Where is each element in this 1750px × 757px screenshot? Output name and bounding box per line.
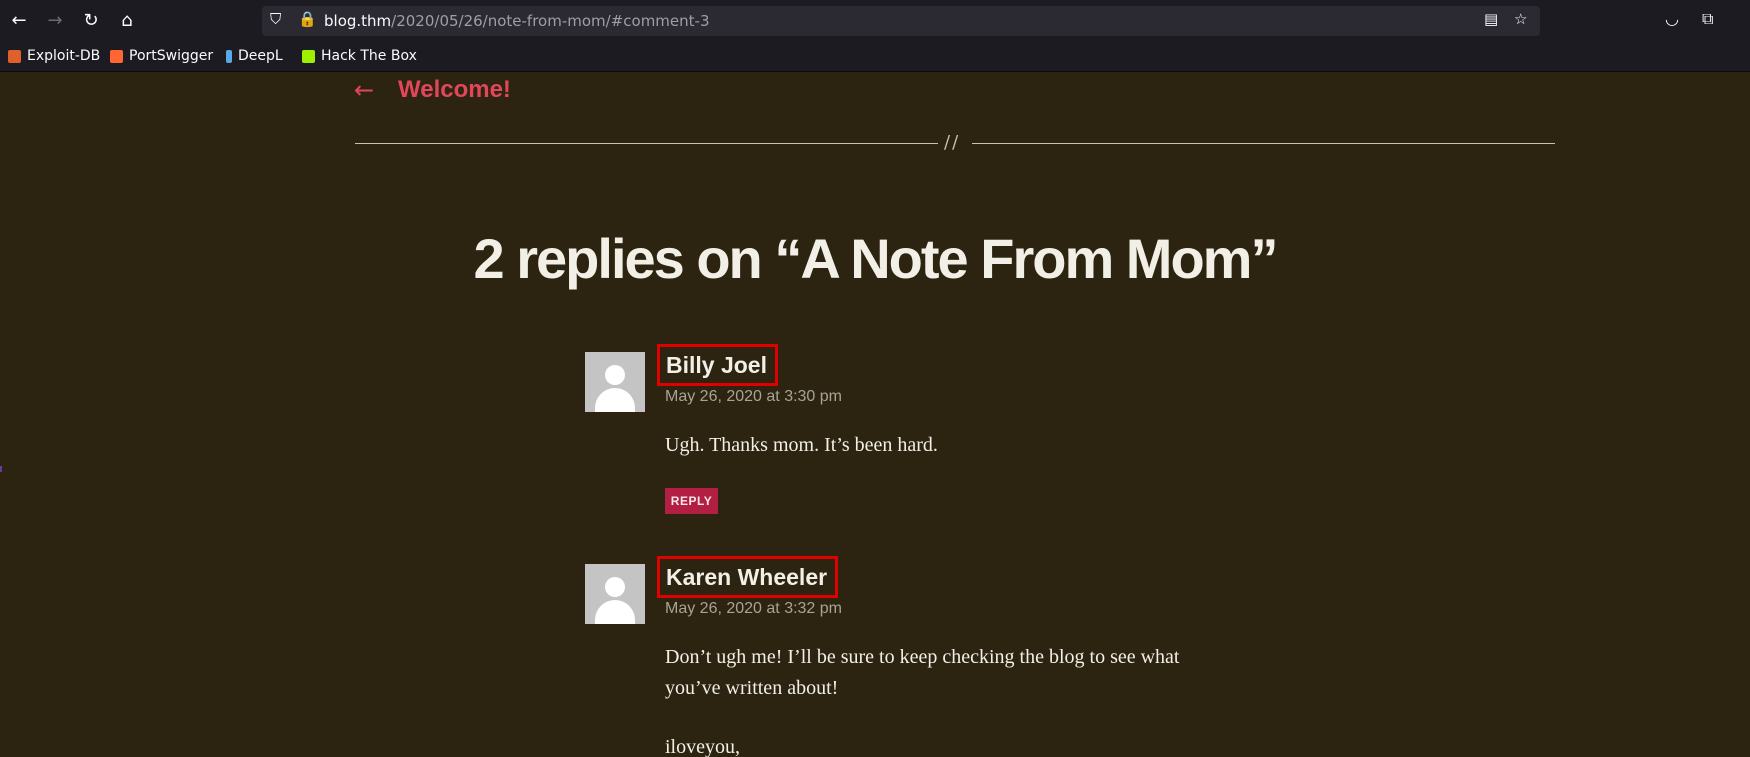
shield-icon[interactable]: ⛉ (270, 10, 281, 28)
edge-marker (0, 466, 2, 472)
reply-button[interactable]: REPLY (665, 488, 718, 514)
bookmark-label: Hack The Box (321, 48, 417, 64)
url-bar[interactable]: ⛉ 🔒 blog.thm/2020/05/26/note-from-mom/#c… (262, 6, 1540, 36)
exploit-db-icon (8, 49, 21, 63)
bookmarks-bar: Exploit-DB PortSwigger DeepL Hack The Bo… (0, 42, 1750, 72)
back-link[interactable]: Welcome! (398, 76, 511, 104)
comment-text: you’ve written about! (665, 677, 839, 699)
avatar (585, 352, 645, 412)
hack-the-box-icon (302, 49, 315, 63)
author-highlight-box: Billy Joel (657, 344, 778, 386)
deepl-icon (226, 49, 232, 63)
reader-view-icon[interactable]: ▤ (1484, 10, 1498, 28)
author-highlight-box: Karen Wheeler (657, 556, 839, 598)
star-icon[interactable]: ☆ (1514, 10, 1527, 28)
bookmark-portswigger[interactable]: PortSwigger (110, 48, 213, 64)
divider-line-left (355, 143, 938, 144)
lock-icon[interactable]: 🔒 (298, 10, 317, 28)
comment-text: iloveyou, (665, 736, 740, 757)
comment-text: Ugh. Thanks mom. It’s been hard. (665, 434, 938, 456)
bookmark-label: PortSwigger (129, 48, 214, 64)
arrow-right-icon[interactable]: → (42, 8, 68, 34)
arrow-left-icon[interactable]: ← (6, 8, 32, 34)
arrow-left-icon[interactable]: ← (354, 76, 374, 104)
url-host: blog.thm (324, 12, 392, 30)
avatar (585, 564, 645, 624)
comment: Billy Joel May 26, 2020 at 3:30 pm Ugh. … (585, 344, 1225, 522)
comment-date[interactable]: May 26, 2020 at 3:30 pm (665, 388, 842, 406)
bookmark-deepl[interactable]: DeepL (226, 48, 283, 64)
bookmark-hack-the-box[interactable]: Hack The Box (302, 48, 417, 64)
comment-text: Don’t ugh me! I’ll be sure to keep check… (665, 646, 1180, 668)
comment: Karen Wheeler May 26, 2020 at 3:32 pm Do… (585, 556, 1225, 757)
bookmark-exploit-db[interactable]: Exploit-DB (8, 48, 100, 64)
bookmark-label: Exploit-DB (27, 48, 101, 64)
divider-mark: // (944, 132, 961, 153)
url-text[interactable]: blog.thm/2020/05/26/note-from-mom/#comme… (324, 12, 710, 30)
comment-date[interactable]: May 26, 2020 at 3:32 pm (665, 600, 842, 618)
comment-author[interactable]: Karen Wheeler (666, 564, 827, 590)
comments-title: 2 replies on “A Note From Mom” (473, 227, 1279, 290)
divider-line-right (972, 143, 1555, 144)
comment-author[interactable]: Billy Joel (666, 352, 767, 378)
pocket-icon[interactable]: ◡ (1665, 9, 1679, 28)
home-icon[interactable]: ⌂ (114, 8, 140, 34)
bookmark-label: DeepL (238, 48, 283, 64)
puzzle-icon[interactable]: ⧉ (1702, 9, 1713, 29)
browser-toolbar: ← → ↻ ⌂ ⛉ 🔒 blog.thm/2020/05/26/note-fro… (0, 0, 1750, 42)
url-path: /2020/05/26/note-from-mom/#comment-3 (391, 12, 710, 30)
reload-icon[interactable]: ↻ (78, 8, 104, 34)
portswigger-icon (110, 49, 123, 63)
